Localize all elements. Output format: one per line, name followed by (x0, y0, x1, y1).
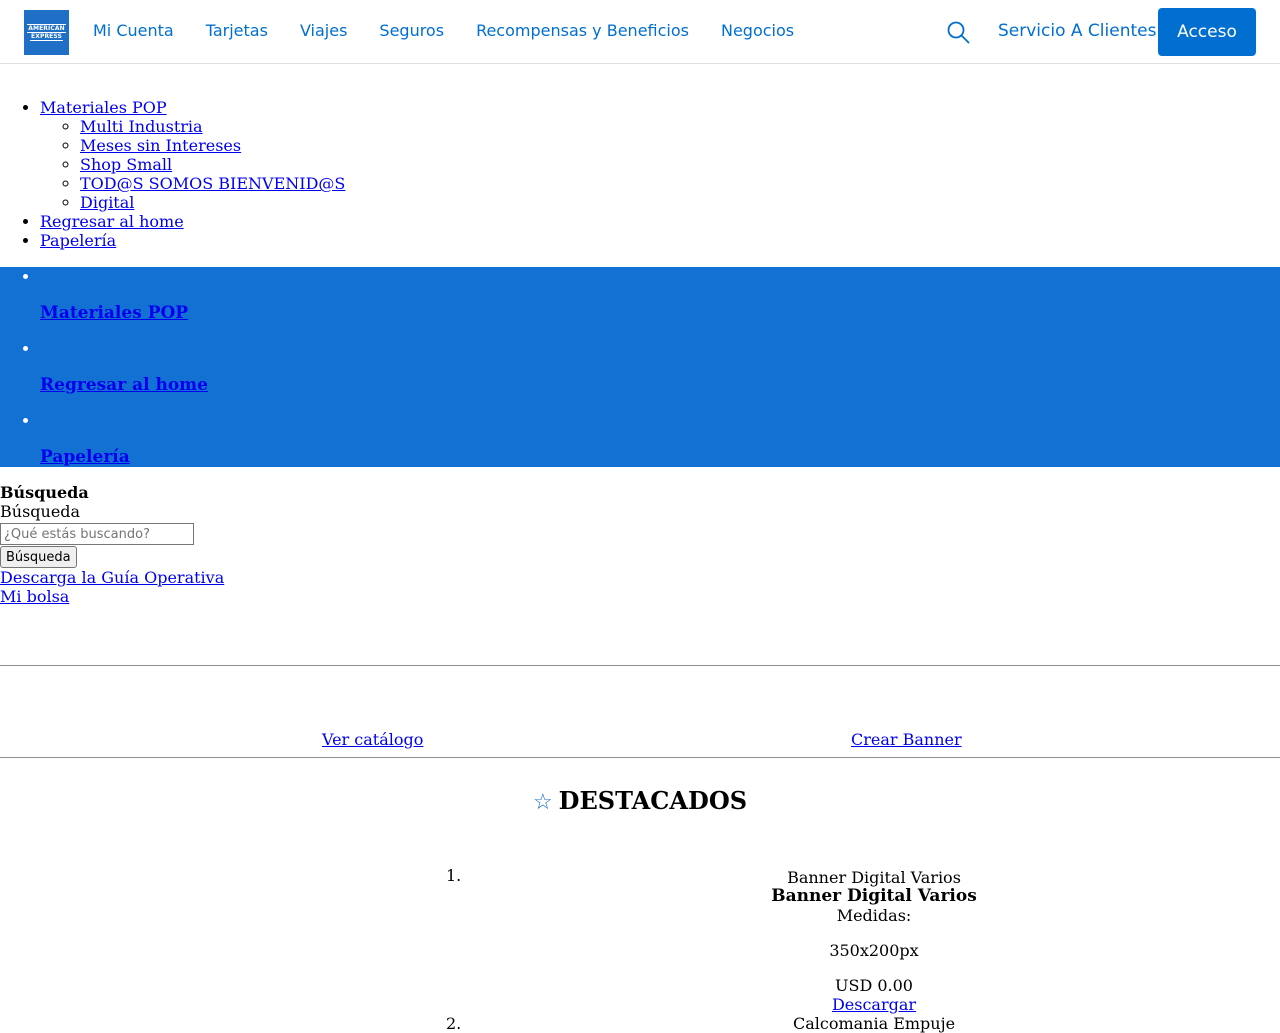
top-header: AMERICAN EXPRESS Mi Cuenta Tarjetas Viaj… (0, 0, 1280, 64)
menu-link-materiales-pop[interactable]: Materiales POP (40, 98, 167, 117)
product-price: USD 0.00 (835, 976, 913, 995)
submenu: Multi Industria Meses sin Intereses Shop… (40, 117, 345, 212)
nav-negocios[interactable]: Negocios (721, 21, 794, 40)
band-item: Papelería (40, 411, 1280, 483)
menu-item: Papelería (40, 231, 345, 250)
featured-heading: ☆ DESTACADOS (0, 786, 1280, 815)
customer-service-link[interactable]: Servicio A Clientes (998, 21, 1156, 41)
star-icon: ☆ (532, 790, 553, 815)
product-card: Banner Digital Varios Banner Digital Var… (620, 868, 1128, 1014)
submenu-item: Multi Industria (80, 117, 345, 136)
band-link-materiales-pop[interactable]: Materiales POP (40, 303, 188, 323)
band-item: Materiales POP (40, 267, 1280, 339)
band-list: Materiales POP Regresar al home Papelerí… (0, 267, 1280, 483)
login-button[interactable]: Acceso (1158, 8, 1256, 56)
nav-recompensas[interactable]: Recompensas y Beneficios (476, 21, 689, 40)
submenu-link-digital[interactable]: Digital (80, 193, 134, 212)
submenu-link-meses-sin-intereses[interactable]: Meses sin Intereses (80, 136, 241, 155)
submenu-link-bienvenidos[interactable]: TOD@S SOMOS BIENVENID@S (80, 174, 345, 193)
submenu-item: Meses sin Intereses (80, 136, 345, 155)
nav-mi-cuenta[interactable]: Mi Cuenta (93, 21, 174, 40)
band-link-regresar-home[interactable]: Regresar al home (40, 375, 208, 395)
search-label: Búsqueda (0, 502, 81, 521)
product-name: Banner Digital Varios (771, 886, 977, 906)
search-heading: Búsqueda (0, 483, 89, 502)
logo-text-line-1: AMERICAN (27, 24, 66, 33)
search-section: Búsqueda Búsqueda Búsqueda Descarga la G… (0, 483, 224, 606)
search-input[interactable] (0, 523, 194, 545)
menu-item: Regresar al home (40, 212, 345, 231)
nav-seguros[interactable]: Seguros (379, 21, 444, 40)
download-link[interactable]: Descargar (832, 995, 916, 1014)
menu-item: Materiales POP Multi Industria Meses sin… (40, 98, 345, 212)
divider (0, 757, 1280, 758)
menu-link-regresar-home[interactable]: Regresar al home (40, 212, 184, 231)
product-number: 1. (446, 866, 462, 885)
search-icon[interactable] (946, 20, 970, 44)
submenu-item: Digital (80, 193, 345, 212)
product-image-alt[interactable]: Banner Digital Varios (620, 868, 1128, 887)
band-item: Regresar al home (40, 339, 1280, 411)
submenu-item: TOD@S SOMOS BIENVENID@S (80, 174, 345, 193)
band-link-papeleria[interactable]: Papelería (40, 447, 130, 467)
my-bag-link[interactable]: Mi bolsa (0, 587, 224, 606)
submenu-link-shop-small[interactable]: Shop Small (80, 155, 172, 174)
create-banner-link[interactable]: Crear Banner (851, 730, 962, 749)
search-button[interactable]: Búsqueda (0, 546, 77, 568)
guide-download-link[interactable]: Descarga la Guía Operativa (0, 568, 224, 587)
category-menu: Materiales POP Multi Industria Meses sin… (0, 98, 345, 250)
product-measures: 350x200px (829, 941, 919, 960)
category-band: Materiales POP Regresar al home Papelerí… (0, 267, 1280, 467)
nav-viajes[interactable]: Viajes (300, 21, 347, 40)
divider (0, 665, 1280, 666)
product-measures-label: Medidas: (836, 906, 912, 925)
featured-title: DESTACADOS (558, 786, 748, 815)
menu-link-papeleria[interactable]: Papelería (40, 231, 116, 250)
amex-logo[interactable]: AMERICAN EXPRESS (24, 10, 69, 55)
main-nav: Mi Cuenta Tarjetas Viajes Seguros Recomp… (93, 21, 826, 40)
logo-text-line-2: EXPRESS (30, 33, 63, 41)
nav-tarjetas[interactable]: Tarjetas (206, 21, 268, 40)
submenu-item: Shop Small (80, 155, 345, 174)
catalog-link[interactable]: Ver catálogo (322, 730, 423, 749)
submenu-link-multi-industria[interactable]: Multi Industria (80, 117, 203, 136)
